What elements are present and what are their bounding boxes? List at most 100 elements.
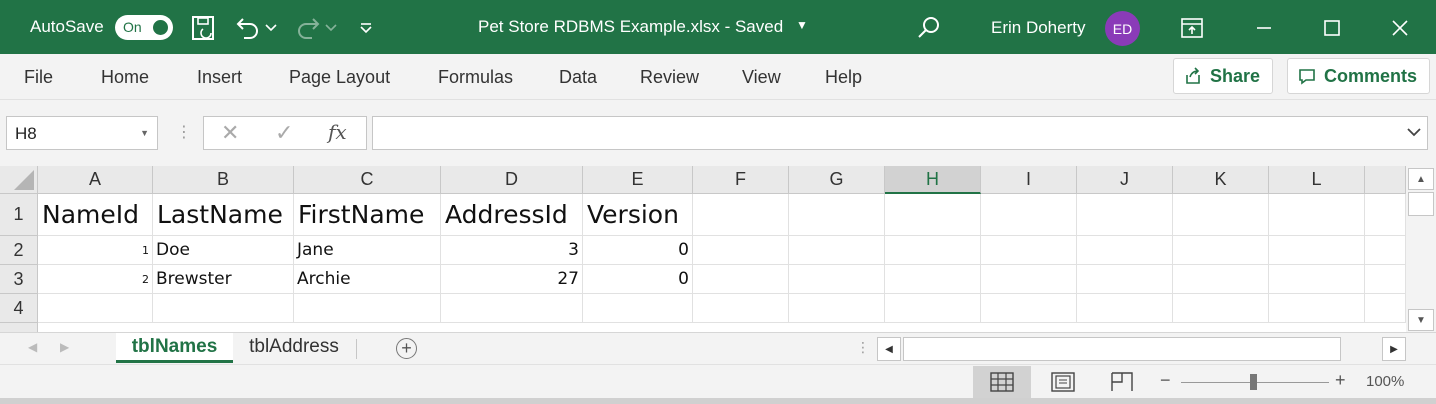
cell-m3[interactable] [1365,265,1406,294]
cell-a1[interactable]: NameId [38,194,153,236]
column-header-j[interactable]: J [1077,166,1173,194]
prev-sheet-icon[interactable]: ◀ [28,340,37,354]
share-button[interactable]: Share [1173,58,1273,94]
cell-b4[interactable] [153,294,294,323]
cell-c4[interactable] [294,294,441,323]
cell-l1[interactable] [1269,194,1365,236]
scroll-left-icon[interactable]: ◀ [877,337,901,361]
sheet-tab-tblnames[interactable]: tblNames [116,333,233,363]
zoom-in-button[interactable]: + [1335,370,1346,391]
cell-i2[interactable] [981,236,1077,265]
cell-l4[interactable] [1269,294,1365,323]
scroll-right-icon[interactable]: ▶ [1382,337,1406,361]
cell-m2[interactable] [1365,236,1406,265]
worksheet-grid[interactable]: A B C D E F G H I J K L 1 2 3 4 NameId L… [0,166,1406,332]
column-header-c[interactable]: C [294,166,441,194]
expand-formula-icon[interactable] [1407,127,1421,137]
user-name[interactable]: Erin Doherty [991,18,1085,38]
cell-c2[interactable]: Jane [294,236,441,265]
cell-g2[interactable] [789,236,885,265]
cell-d3[interactable]: 27 [441,265,583,294]
horizontal-scrollbar[interactable]: ◀ ▶ [877,337,1407,361]
cell-d2[interactable]: 3 [441,236,583,265]
cell-h2[interactable] [885,236,981,265]
cell-a3[interactable]: 2 [38,265,153,294]
menu-data[interactable]: Data [559,67,597,88]
redo-dropdown-icon[interactable] [324,12,338,44]
add-sheet-icon[interactable]: + [396,338,417,359]
cell-i4[interactable] [981,294,1077,323]
column-header-g[interactable]: G [789,166,885,194]
zoom-level[interactable]: 100% [1366,373,1404,390]
cell-b2[interactable]: Doe [153,236,294,265]
cell-h3[interactable] [885,265,981,294]
column-header-a[interactable]: A [38,166,153,194]
cell-l2[interactable] [1269,236,1365,265]
redo-icon[interactable] [294,12,322,44]
cell-b3[interactable]: Brewster [153,265,294,294]
row-header-3[interactable]: 3 [0,265,38,294]
cell-h4[interactable] [885,294,981,323]
menu-insert[interactable]: Insert [197,67,242,88]
row-header-5[interactable] [0,323,38,332]
menu-review[interactable]: Review [640,67,699,88]
cell-k4[interactable] [1173,294,1269,323]
column-header-l[interactable]: L [1269,166,1365,194]
cell-d4[interactable] [441,294,583,323]
cell-c1[interactable]: FirstName [294,194,441,236]
undo-dropdown-icon[interactable] [264,12,278,44]
column-header-overflow[interactable] [1365,166,1406,194]
cell-m4[interactable] [1365,294,1406,323]
menu-view[interactable]: View [742,67,781,88]
column-header-i[interactable]: I [981,166,1077,194]
cell-f1[interactable] [693,194,789,236]
cell-c3[interactable]: Archie [294,265,441,294]
cell-i3[interactable] [981,265,1077,294]
page-layout-view-button[interactable] [1034,366,1092,398]
cell-a2[interactable]: 1 [38,236,153,265]
column-header-f[interactable]: F [693,166,789,194]
menu-file[interactable]: File [24,67,53,88]
column-header-k[interactable]: K [1173,166,1269,194]
cell-g1[interactable] [789,194,885,236]
name-box[interactable]: H8 ▼ [6,116,158,150]
menu-page-layout[interactable]: Page Layout [289,67,390,88]
cell-j3[interactable] [1077,265,1173,294]
maximize-icon[interactable] [1320,12,1344,44]
row-header-1[interactable]: 1 [0,194,38,236]
cell-f4[interactable] [693,294,789,323]
column-header-e[interactable]: E [583,166,693,194]
cell-f3[interactable] [693,265,789,294]
ribbon-display-icon[interactable] [1178,12,1206,44]
vertical-scroll-thumb[interactable] [1408,192,1434,216]
autosave-toggle[interactable]: On [115,15,173,40]
column-header-b[interactable]: B [153,166,294,194]
page-break-view-button[interactable] [1093,366,1151,398]
enter-icon[interactable]: ✓ [275,120,293,146]
cell-k2[interactable] [1173,236,1269,265]
cell-e4[interactable] [583,294,693,323]
next-sheet-icon[interactable]: ▶ [60,340,69,354]
avatar[interactable]: ED [1105,11,1140,46]
scroll-down-icon[interactable]: ▼ [1408,309,1434,331]
search-icon[interactable] [915,12,943,44]
row-header-4[interactable]: 4 [0,294,38,323]
cell-k3[interactable] [1173,265,1269,294]
cell-g4[interactable] [789,294,885,323]
cell-a4[interactable] [38,294,153,323]
horizontal-scroll-thumb[interactable] [903,337,1341,361]
cell-j4[interactable] [1077,294,1173,323]
column-header-h[interactable]: H [885,166,981,194]
customize-toolbar-icon[interactable] [356,12,376,44]
cell-j1[interactable] [1077,194,1173,236]
comments-button[interactable]: Comments [1287,58,1430,94]
minimize-icon[interactable] [1252,12,1276,44]
cell-e2[interactable]: 0 [583,236,693,265]
close-icon[interactable] [1388,12,1412,44]
menu-home[interactable]: Home [101,67,149,88]
chevron-down-icon[interactable]: ▼ [140,128,149,138]
normal-view-button[interactable] [973,366,1031,398]
cell-f2[interactable] [693,236,789,265]
zoom-slider-thumb[interactable] [1250,374,1257,390]
column-header-d[interactable]: D [441,166,583,194]
